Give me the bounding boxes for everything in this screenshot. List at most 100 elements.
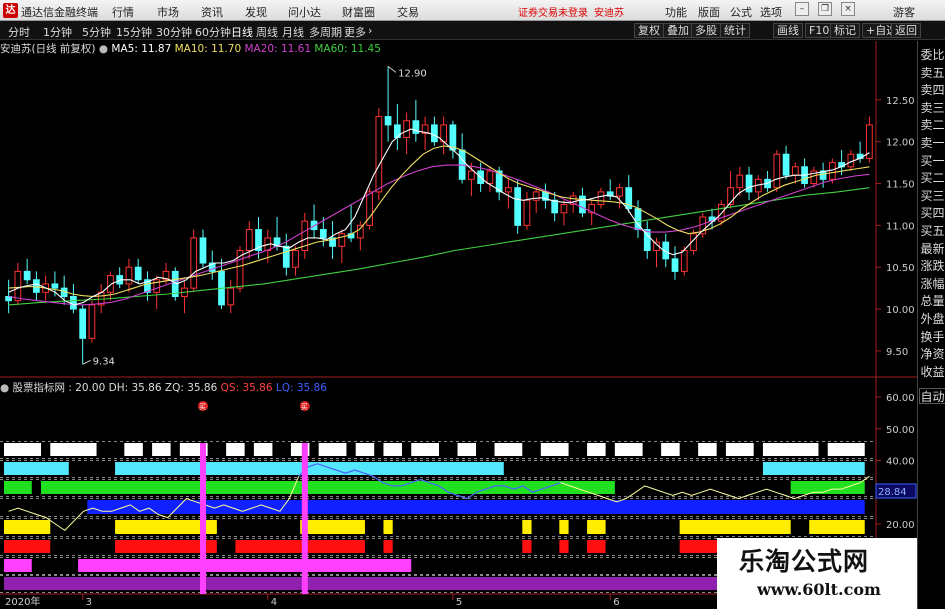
band-gridline bbox=[12, 555, 15, 556]
band-gridline bbox=[24, 496, 27, 497]
side-panel-item[interactable]: 买五 bbox=[919, 223, 945, 239]
band-gridline bbox=[636, 460, 639, 461]
band-gridline bbox=[156, 498, 159, 499]
band-gridline bbox=[384, 536, 387, 537]
band-gridline bbox=[426, 557, 429, 558]
band-gridline bbox=[258, 516, 261, 517]
band-gridline bbox=[90, 479, 93, 480]
band-gridline bbox=[24, 518, 27, 519]
band-gridline bbox=[276, 441, 279, 442]
band-gridline bbox=[330, 441, 333, 442]
band-gridline bbox=[42, 460, 45, 461]
band-gridline bbox=[366, 477, 369, 478]
band-gridline bbox=[234, 477, 237, 478]
band-gridline bbox=[468, 538, 471, 539]
side-panel-item[interactable]: 卖一 bbox=[919, 135, 945, 151]
side-panel-item[interactable]: 卖三 bbox=[919, 100, 945, 116]
band-gridline bbox=[192, 574, 195, 575]
band-gridline bbox=[348, 538, 351, 539]
indicator-band bbox=[4, 577, 754, 590]
side-panel-item[interactable]: 最新 bbox=[919, 241, 945, 257]
band-gridline bbox=[816, 479, 819, 480]
band-gridline bbox=[828, 460, 831, 461]
band-gridline bbox=[42, 536, 45, 537]
band-gridline bbox=[762, 458, 765, 459]
band-gridline bbox=[786, 477, 789, 478]
band-gridline bbox=[60, 536, 63, 537]
side-panel-item[interactable]: 买四 bbox=[919, 205, 945, 221]
side-panel-item[interactable]: 净资 bbox=[919, 346, 945, 362]
band-gridline bbox=[372, 592, 375, 593]
band-gridline bbox=[420, 516, 423, 517]
side-panel-item[interactable]: 卖二 bbox=[919, 117, 945, 133]
band-gridline bbox=[780, 496, 783, 497]
band-gridline bbox=[126, 518, 129, 519]
side-panel-item[interactable]: 涨幅 bbox=[919, 276, 945, 292]
band-gridline bbox=[444, 460, 447, 461]
band-gridline bbox=[726, 496, 729, 497]
band-gridline bbox=[354, 460, 357, 461]
band-gridline bbox=[708, 555, 711, 556]
band-gridline bbox=[870, 498, 873, 499]
band-gridline bbox=[714, 498, 717, 499]
band-gridline bbox=[414, 575, 417, 576]
band-gridline bbox=[264, 516, 267, 517]
side-panel-item[interactable]: 买二 bbox=[919, 170, 945, 186]
band-gridline bbox=[660, 555, 663, 556]
band-gridline bbox=[666, 538, 669, 539]
side-panel-item[interactable]: 涨跌 bbox=[919, 258, 945, 274]
side-panel-item[interactable]: 买三 bbox=[919, 188, 945, 204]
band-gridline bbox=[318, 575, 321, 576]
band-gridline bbox=[396, 460, 399, 461]
kline-chart[interactable]: 买买 12.5012.0011.5011.0010.5010.009.5012.… bbox=[0, 0, 917, 609]
band-gridline bbox=[792, 516, 795, 517]
band-gridline bbox=[630, 518, 633, 519]
band-gridline bbox=[714, 536, 717, 537]
band-gridline bbox=[348, 555, 351, 556]
band-gridline bbox=[60, 557, 63, 558]
band-gridline bbox=[744, 441, 747, 442]
side-panel-item[interactable]: 换手 bbox=[919, 329, 945, 345]
band-gridline bbox=[30, 458, 33, 459]
band-gridline bbox=[864, 458, 867, 459]
side-panel-item[interactable]: 自动 bbox=[919, 388, 945, 404]
side-panel-item[interactable]: 收益 bbox=[919, 364, 945, 380]
band-gridline bbox=[642, 441, 645, 442]
band-gridline bbox=[588, 592, 591, 593]
band-gridline bbox=[60, 538, 63, 539]
band-gridline bbox=[684, 479, 687, 480]
band-gridline bbox=[384, 458, 387, 459]
band-gridline bbox=[426, 536, 429, 537]
band-gridline bbox=[378, 518, 381, 519]
band-gridline bbox=[324, 536, 327, 537]
band-gridline bbox=[768, 536, 771, 537]
candle-body bbox=[403, 120, 410, 139]
band-gridline bbox=[222, 592, 225, 593]
band-gridline bbox=[684, 555, 687, 556]
side-panel-item[interactable]: 买一 bbox=[919, 153, 945, 169]
band-gridline bbox=[486, 557, 489, 558]
band-gridline bbox=[708, 479, 711, 480]
band-gridline bbox=[654, 555, 657, 556]
band-gridline bbox=[222, 460, 225, 461]
band-gridline bbox=[222, 555, 225, 556]
band-gridline bbox=[378, 460, 381, 461]
side-panel-item[interactable]: 外盘 bbox=[919, 311, 945, 327]
band-gridline bbox=[120, 458, 123, 459]
band-gridline bbox=[498, 479, 501, 480]
band-gridline bbox=[726, 441, 729, 442]
side-panel-item[interactable]: 总量 bbox=[919, 293, 945, 309]
side-panel-item[interactable]: 卖五 bbox=[919, 65, 945, 81]
band-gridline bbox=[480, 592, 483, 593]
band-gridline bbox=[546, 555, 549, 556]
band-gridline bbox=[672, 458, 675, 459]
band-gridline bbox=[822, 498, 825, 499]
band-gridline bbox=[48, 477, 51, 478]
side-panel-item[interactable]: 卖四 bbox=[919, 82, 945, 98]
side-panel-item[interactable]: 委比 bbox=[919, 47, 945, 63]
band-gridline bbox=[360, 557, 363, 558]
band-gridline bbox=[528, 477, 531, 478]
band-gridline bbox=[774, 536, 777, 537]
band-gridline bbox=[672, 460, 675, 461]
band-gridline bbox=[132, 518, 135, 519]
